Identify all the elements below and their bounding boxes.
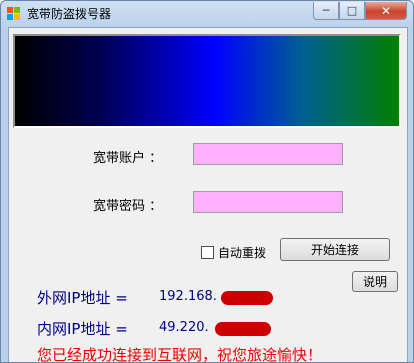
maximize-button[interactable]: □ bbox=[339, 2, 365, 20]
banner-gradient-panel bbox=[13, 34, 401, 128]
window-title: 宽带防盗拨号器 bbox=[27, 7, 112, 21]
client-area: 宽带账户 ： 宽带密码 ： 自动重拨 开始连接 说明 外网IP地址 = 192.… bbox=[8, 27, 408, 363]
connect-button[interactable]: 开始连接 bbox=[280, 238, 390, 261]
title-bar[interactable]: 宽带防盗拨号器 ─ □ ✕ bbox=[1, 1, 413, 27]
auto-redial-label: 自动重拨 bbox=[218, 246, 267, 260]
status-message: 您已经成功连接到互联网，祝您旅途愉快！ bbox=[37, 346, 323, 363]
app-window: 宽带防盗拨号器 ─ □ ✕ 宽带账户 ： 宽带密码 ： 自动重拨 开始连接 说明… bbox=[0, 0, 414, 363]
account-input[interactable] bbox=[193, 143, 343, 165]
minimize-icon: ─ bbox=[322, 4, 330, 17]
external-ip-redaction bbox=[221, 291, 273, 305]
internal-ip-value: 49.220. bbox=[159, 320, 209, 335]
close-button[interactable]: ✕ bbox=[365, 2, 407, 20]
connect-button-label: 开始连接 bbox=[310, 243, 359, 257]
external-ip-value: 192.168. bbox=[159, 289, 217, 304]
auto-redial-option[interactable]: 自动重拨 bbox=[201, 244, 266, 261]
external-ip-label: 外网IP地址 = bbox=[37, 289, 128, 307]
internal-ip-redaction bbox=[215, 322, 271, 336]
password-label: 宽带密码 ： bbox=[93, 199, 163, 214]
minimize-button[interactable]: ─ bbox=[313, 2, 339, 20]
maximize-icon: □ bbox=[346, 4, 358, 17]
internal-ip-label: 内网IP地址 = bbox=[37, 320, 128, 338]
close-icon: ✕ bbox=[380, 3, 392, 18]
auto-redial-checkbox[interactable] bbox=[201, 246, 214, 259]
account-label: 宽带账户 ： bbox=[93, 151, 163, 166]
help-button-label: 说明 bbox=[362, 275, 387, 289]
password-input[interactable] bbox=[193, 191, 343, 213]
help-button[interactable]: 说明 bbox=[352, 271, 398, 292]
caption-buttons: ─ □ ✕ bbox=[313, 2, 407, 20]
windows-logo-icon bbox=[7, 7, 20, 20]
